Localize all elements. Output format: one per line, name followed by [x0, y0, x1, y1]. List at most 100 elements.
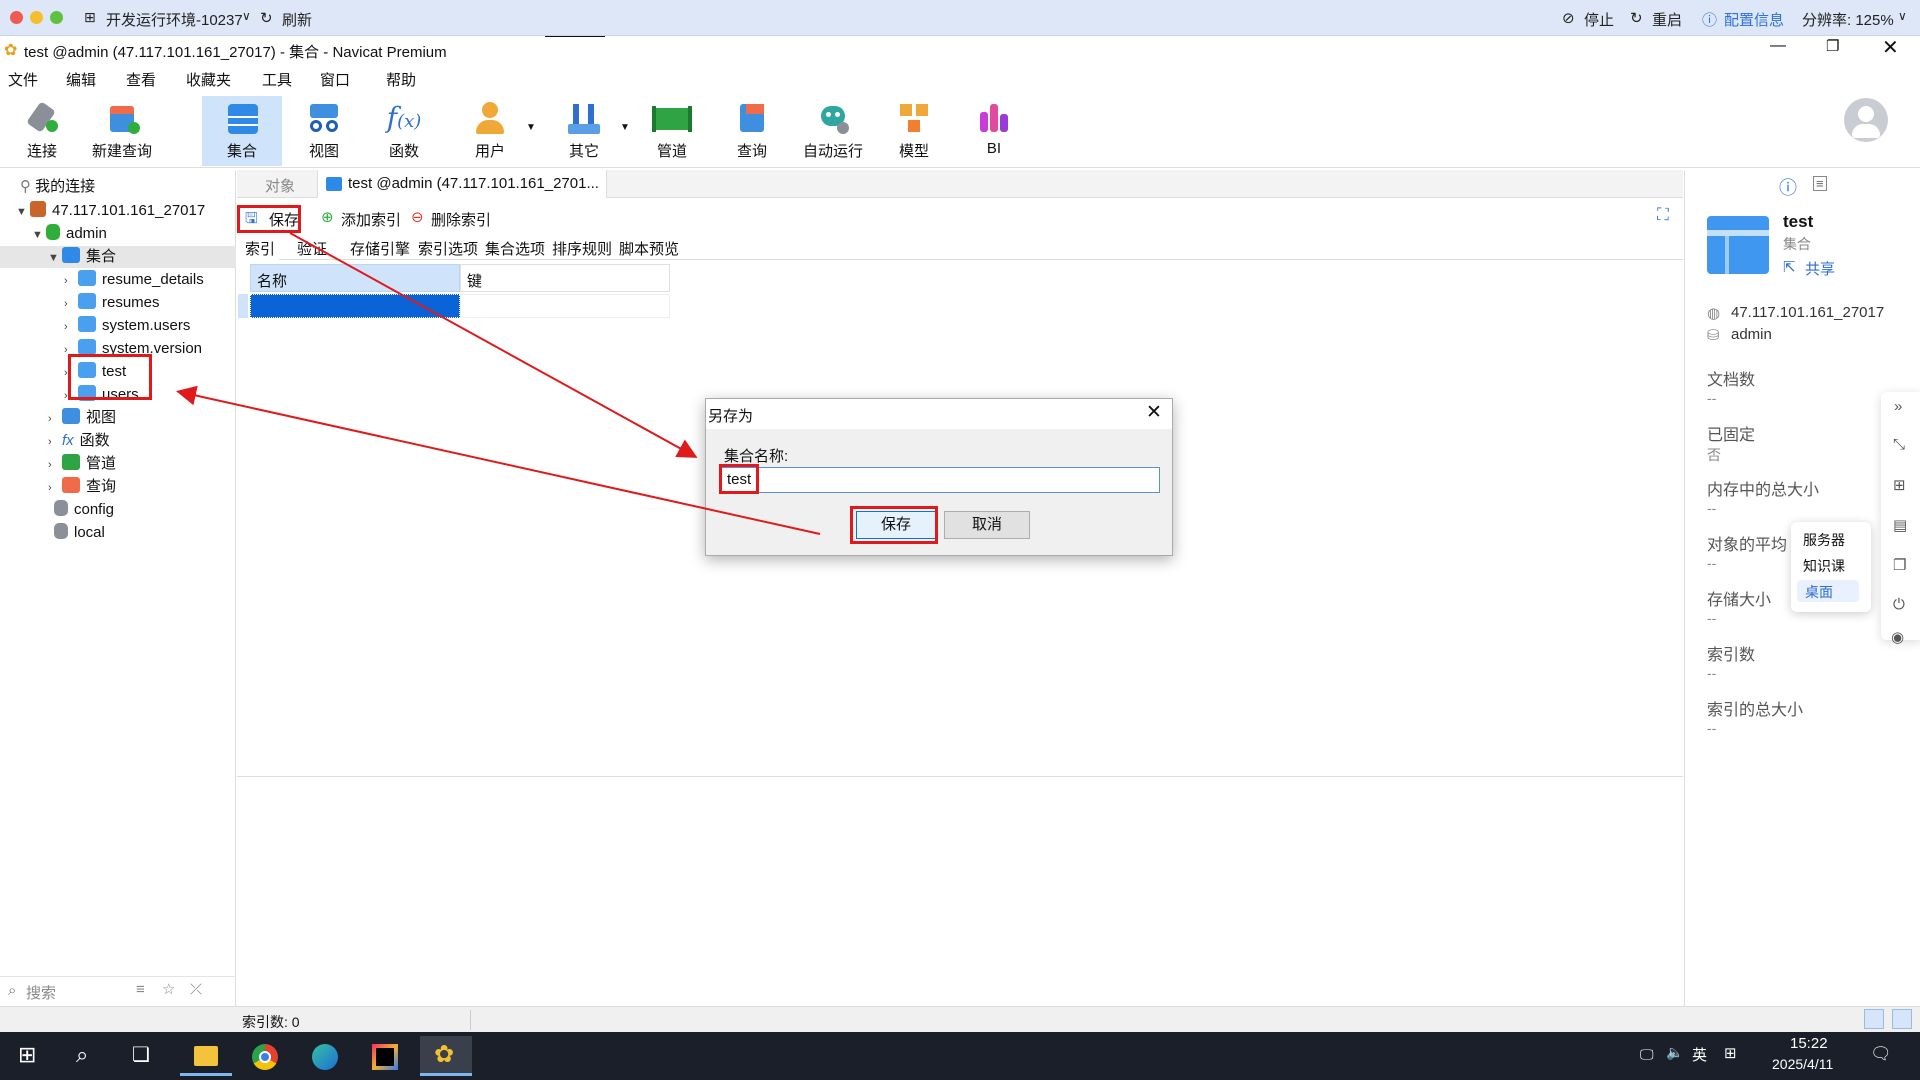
popup-item-desktop[interactable]: 桌面 [1797, 580, 1859, 602]
tree-db-admin[interactable]: ▼ admin [32, 223, 107, 245]
file-explorer-icon[interactable] [180, 1036, 232, 1076]
info-icon[interactable]: ⓘ [1779, 174, 1797, 200]
chevron-right-icon[interactable]: › [48, 454, 62, 476]
tab-script-preview[interactable]: 脚本预览 [619, 238, 679, 259]
share-link[interactable]: 共享 [1805, 258, 1835, 279]
tree-db-local[interactable]: local [54, 522, 105, 544]
share-icon[interactable]: ⇱ [1783, 258, 1796, 276]
chrome-icon[interactable] [240, 1036, 292, 1076]
restore-icon[interactable]: ❐ [1826, 37, 1839, 55]
windows-start-icon[interactable]: ⊞ [18, 1042, 36, 1068]
menu-edit[interactable]: 编辑 [66, 69, 96, 90]
chevron-down-icon[interactable]: ∨ [242, 9, 251, 23]
tab-collation[interactable]: 排序规则 [552, 238, 612, 259]
minimize-dot-icon[interactable] [30, 11, 43, 24]
toolbar-function-button[interactable]: f(x) 函数 [368, 96, 440, 166]
toolbar-collection-button[interactable]: 集合 [202, 96, 282, 166]
restart-button[interactable]: 重启 [1652, 9, 1682, 30]
filter-icon[interactable]: ≡ [136, 981, 145, 998]
tree-collection-item[interactable]: › resumes [64, 292, 160, 314]
my-connections-header[interactable]: ⚲ 我的连接 [20, 176, 95, 198]
grid-header-name[interactable]: 名称 [250, 264, 460, 292]
edge-icon[interactable] [300, 1036, 352, 1076]
task-view-icon[interactable]: ❏ [132, 1042, 150, 1067]
chevron-right-icon[interactable]: › [48, 431, 62, 453]
search-input[interactable]: 搜索 [26, 982, 56, 1003]
chevron-down-icon[interactable]: ▼ [16, 201, 30, 223]
toolbar-user-button[interactable]: 用户 [454, 96, 526, 166]
tree-collections-folder[interactable]: ▼ 集合 [0, 246, 236, 268]
layout-icon[interactable]: ▤ [1893, 516, 1907, 534]
stop-icon[interactable]: ⊘ [1562, 9, 1575, 27]
grid-cell-name[interactable] [250, 294, 460, 318]
env-selector[interactable]: 开发运行环境-10237 [106, 9, 243, 30]
grid-icon[interactable]: ⊞ [1893, 476, 1906, 494]
menu-tools[interactable]: 工具 [262, 69, 292, 90]
tab-index-options[interactable]: 索引选项 [418, 238, 478, 259]
toolbar-model-button[interactable]: 模型 [878, 96, 950, 166]
tree-pipelines-folder[interactable]: › 管道 [48, 453, 116, 475]
dialog-cancel-button[interactable]: 取消 [944, 511, 1030, 539]
menu-file[interactable]: 文件 [8, 69, 38, 90]
toolbar-bi-button[interactable]: BI [958, 96, 1030, 166]
add-index-button[interactable]: ⊕ 添加索引 [321, 205, 411, 231]
ime-icon[interactable]: ⊞ [1724, 1044, 1737, 1062]
expand-icon[interactable]: » [1894, 398, 1902, 415]
clock-date[interactable]: 2025/4/11 [1772, 1056, 1833, 1072]
toolbar-other-button[interactable]: 其它 [548, 96, 620, 166]
collapse-icon[interactable]: ⤫ [190, 981, 202, 998]
chevron-right-icon[interactable]: › [64, 270, 78, 292]
toolbar-automation-button[interactable]: 自动运行 [796, 96, 870, 166]
popup-item-course[interactable]: 知识课 [1803, 556, 1845, 576]
menu-window[interactable]: 窗口 [320, 69, 350, 90]
delete-index-button[interactable]: ⊖ 删除索引 [411, 205, 501, 231]
avatar[interactable] [1844, 98, 1888, 142]
chevron-down-icon[interactable]: ▼ [32, 224, 46, 246]
menu-favorites[interactable]: 收藏夹 [186, 69, 231, 90]
grid-cell-key[interactable] [460, 294, 670, 318]
toolbar-new-query-button[interactable]: 新建查询 [86, 96, 158, 166]
chevron-right-icon[interactable]: › [64, 316, 78, 338]
tree-functions-folder[interactable]: › fx 函数 [48, 430, 110, 452]
tree-connection[interactable]: ▼ 47.117.101.161_27017 [16, 200, 205, 222]
intellij-icon[interactable] [360, 1036, 412, 1076]
tree-collection-item[interactable]: › resume_details [64, 269, 204, 291]
info-icon[interactable]: ⓘ [1702, 9, 1717, 30]
resolution-selector[interactable]: 分辨率: 125% [1802, 9, 1894, 30]
right-pane-toggle-icon[interactable] [1892, 1009, 1912, 1029]
tree-collection-item[interactable]: › system.users [64, 315, 190, 337]
maximize-dot-icon[interactable] [50, 11, 63, 24]
eye-icon[interactable]: ◉ [1891, 628, 1904, 646]
tree-queries-folder[interactable]: › 查询 [48, 476, 116, 498]
popup-item-server[interactable]: 服务器 [1803, 530, 1845, 550]
grid-header-key[interactable]: 键 [460, 264, 670, 292]
chevron-right-icon[interactable]: › [64, 293, 78, 315]
chevron-right-icon[interactable]: › [48, 477, 62, 499]
tab-validation[interactable]: 验证 [297, 238, 327, 259]
row-selector[interactable] [238, 294, 248, 318]
collection-name-input[interactable]: test [720, 467, 1160, 493]
close-icon[interactable]: ✕ [1146, 401, 1162, 424]
clock-time[interactable]: 15:22 [1790, 1035, 1828, 1052]
minimize-icon[interactable]: — [1770, 37, 1786, 55]
config-info-button[interactable]: 配置信息 [1724, 9, 1784, 30]
menu-help[interactable]: 帮助 [386, 69, 416, 90]
chevron-right-icon[interactable]: › [48, 408, 62, 430]
refresh-button[interactable]: 刷新 [282, 9, 312, 30]
toolbar-connect-button[interactable]: 连接 [6, 96, 78, 166]
toolbar-query-button[interactable]: 查询 [716, 96, 788, 166]
close-icon[interactable]: ✕ [1882, 35, 1899, 60]
refresh-icon[interactable]: ↻ [260, 9, 273, 27]
tab-storage-engine[interactable]: 存储引擎 [350, 238, 410, 259]
close-dot-icon[interactable] [10, 11, 23, 24]
tab-collection-options[interactable]: 集合选项 [485, 238, 545, 259]
volume-icon[interactable]: 🔈 [1666, 1044, 1683, 1061]
menu-view[interactable]: 查看 [126, 69, 156, 90]
network-icon[interactable]: 🖵 [1640, 1046, 1654, 1063]
star-icon[interactable]: ☆ [162, 980, 175, 998]
fullscreen-icon[interactable]: ⛶ [1657, 205, 1669, 225]
toolbar-pipeline-button[interactable]: 管道 [636, 96, 708, 166]
left-pane-toggle-icon[interactable] [1864, 1009, 1884, 1029]
notification-icon[interactable]: 🗨 [1870, 1044, 1892, 1064]
toolbar-view-button[interactable]: 视图 [288, 96, 360, 166]
